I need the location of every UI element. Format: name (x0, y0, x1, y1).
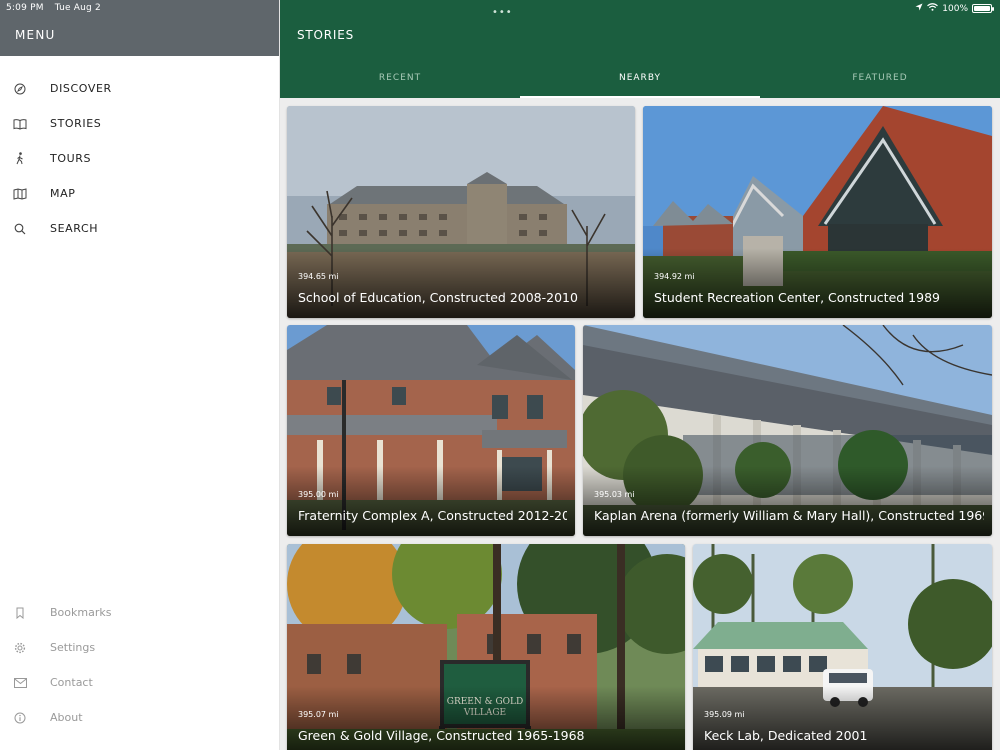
story-title: Kaplan Arena (formerly William & Mary Ha… (594, 508, 984, 523)
nav-label: Contact (50, 676, 93, 689)
story-distance: 395.00 mi (298, 490, 339, 499)
secondary-nav: Bookmarks Settings Contact About (0, 595, 279, 735)
nav-label: Bookmarks (50, 606, 112, 619)
bookmark-icon (13, 606, 27, 620)
nav-label: TOURS (50, 152, 92, 165)
story-card[interactable]: 395.09 mi Keck Lab, Dedicated 2001 (693, 544, 992, 750)
nav-label: SEARCH (50, 222, 99, 235)
tab-recent[interactable]: RECENT (280, 58, 520, 98)
stories-tabs: RECENT NEARBY FEATURED (280, 58, 1000, 98)
nav-item-contact[interactable]: Contact (0, 665, 279, 700)
stories-panel: ••• 100% STORIES RECENT NEARBY FEATURED (280, 0, 1000, 750)
card-gradient (287, 466, 575, 536)
menu-sidebar: 5:09 PM Tue Aug 2 MENU DISCOVER STORIES … (0, 0, 280, 750)
info-icon (13, 711, 27, 725)
nav-item-settings[interactable]: Settings (0, 630, 279, 665)
battery-percent: 100% (942, 3, 968, 14)
story-distance: 395.07 mi (298, 710, 339, 719)
page-title: STORIES (297, 28, 355, 42)
nav-label: About (50, 711, 83, 724)
nav-item-discover[interactable]: DISCOVER (0, 71, 279, 106)
story-title: Keck Lab, Dedicated 2001 (704, 728, 868, 743)
menu-title: MENU (15, 28, 56, 42)
story-card[interactable]: 394.92 mi Student Recreation Center, Con… (643, 106, 992, 318)
story-card[interactable]: 395.03 mi Kaplan Arena (formerly William… (583, 325, 992, 536)
story-card[interactable]: GREEN & GOLDVILLAGE 395.07 mi Green & Go… (287, 544, 685, 750)
card-gradient (583, 466, 992, 536)
search-icon (13, 222, 27, 236)
main-nav: DISCOVER STORIES TOURS MAP SEARCH (0, 71, 279, 246)
menu-header: 5:09 PM Tue Aug 2 MENU (0, 0, 279, 56)
nav-label: DISCOVER (50, 82, 112, 95)
nav-label: MAP (50, 187, 76, 200)
story-distance: 394.92 mi (654, 272, 695, 281)
folded-map-icon (13, 187, 27, 201)
story-distance: 395.09 mi (704, 710, 745, 719)
story-title: Fraternity Complex A, Constructed 2012-2… (298, 508, 567, 523)
story-distance: 394.65 mi (298, 272, 339, 281)
nav-label: Settings (50, 641, 96, 654)
wifi-icon (927, 3, 939, 14)
nav-item-search[interactable]: SEARCH (0, 211, 279, 246)
nav-item-stories[interactable]: STORIES (0, 106, 279, 141)
stories-header: ••• 100% STORIES RECENT NEARBY FEATURED (280, 0, 1000, 98)
status-time: 5:09 PM (6, 3, 44, 13)
status-date: Tue Aug 2 (54, 3, 101, 13)
nav-item-bookmarks[interactable]: Bookmarks (0, 595, 279, 630)
walking-person-icon (13, 152, 27, 166)
story-title: Student Recreation Center, Constructed 1… (654, 290, 940, 305)
book-icon (13, 117, 27, 131)
gear-icon (13, 641, 27, 655)
location-arrow-icon (915, 3, 923, 14)
battery-icon (972, 4, 994, 13)
story-title: School of Education, Constructed 2008-20… (298, 290, 578, 305)
multitasking-grabber[interactable]: ••• (492, 7, 513, 18)
story-card[interactable]: 395.00 mi Fraternity Complex A, Construc… (287, 325, 575, 536)
tab-nearby[interactable]: NEARBY (520, 58, 760, 98)
nav-item-map[interactable]: MAP (0, 176, 279, 211)
status-bar-right: 100% (915, 3, 994, 14)
story-title: Green & Gold Village, Constructed 1965-1… (298, 728, 585, 743)
nav-item-tours[interactable]: TOURS (0, 141, 279, 176)
nav-label: STORIES (50, 117, 102, 130)
envelope-icon (13, 676, 27, 690)
status-bar-left: 5:09 PM Tue Aug 2 (6, 3, 101, 13)
compass-icon (13, 82, 27, 96)
card-gradient (287, 248, 635, 318)
nav-item-about[interactable]: About (0, 700, 279, 735)
story-distance: 395.03 mi (594, 490, 635, 499)
card-gradient (643, 248, 992, 318)
story-card[interactable]: 394.65 mi School of Education, Construct… (287, 106, 635, 318)
tab-featured[interactable]: FEATURED (760, 58, 1000, 98)
